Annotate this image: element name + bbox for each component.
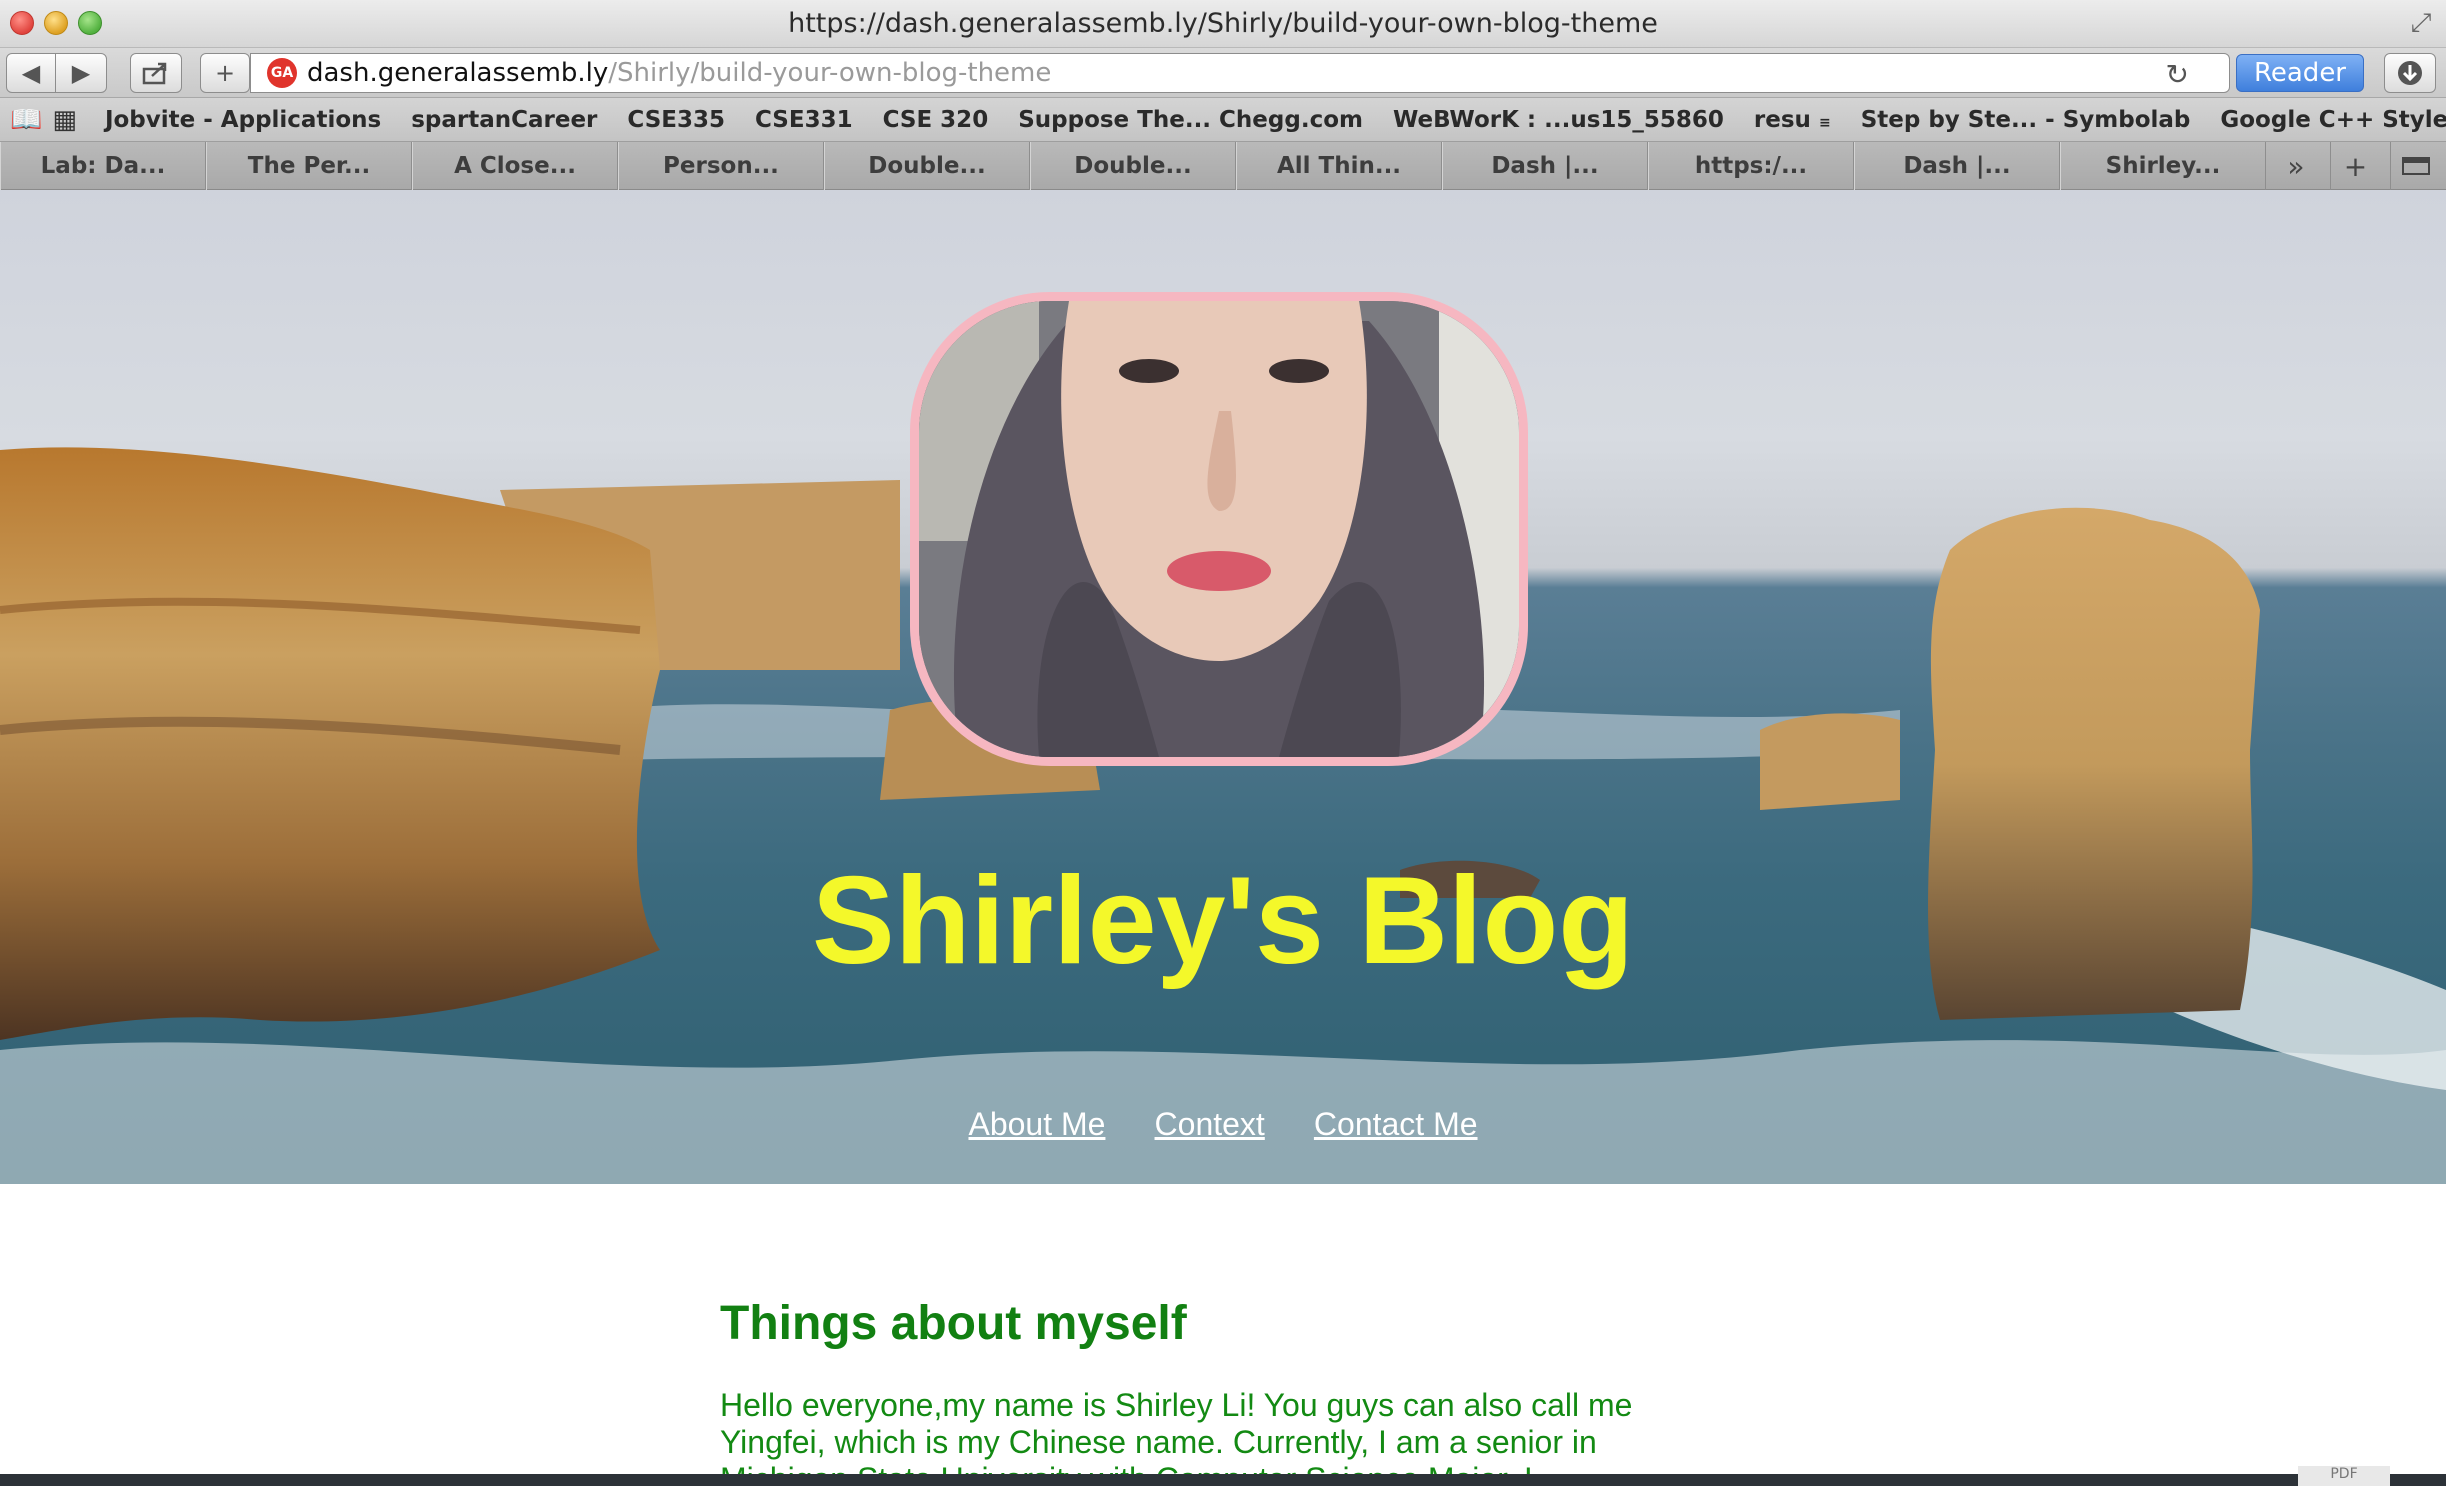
browser-tab[interactable]: Lab: Da... — [0, 142, 206, 190]
fullscreen-icon[interactable]: ⤢ — [2406, 8, 2436, 38]
back-button[interactable]: ◀ — [6, 53, 56, 93]
share-button[interactable] — [130, 53, 182, 93]
bookmark-item[interactable]: CSE 320 — [883, 107, 989, 133]
window-titlebar: https://dash.generalassemb.ly/Shirly/bui… — [0, 0, 2446, 48]
forward-arrow-icon: ▶ — [71, 59, 91, 87]
grid-icon[interactable]: ▦ — [52, 105, 77, 135]
main-nav: About Me Context Contact Me — [0, 1106, 2446, 1143]
bookmark-item[interactable]: Step by Ste... - Symbolab — [1861, 107, 2191, 133]
intro-paragraph: Hello everyone,my name is Shirley Li! Yo… — [720, 1387, 1633, 1486]
bookmark-item[interactable]: Google C++ Style Guide — [2220, 107, 2446, 133]
pdf-thumbnail[interactable]: PDF — [2298, 1466, 2390, 1486]
url-domain: dash.generalassemb.ly — [307, 58, 609, 88]
nav-link-context[interactable]: Context — [1155, 1106, 1265, 1142]
plus-icon: + — [214, 59, 236, 87]
dock-strip — [0, 1474, 2446, 1486]
address-bar[interactable]: GA dash.generalassemb.ly /Shirly/build-y… — [250, 53, 2230, 93]
main-content: Things about myself Hello everyone,my na… — [720, 1296, 1660, 1486]
bookmark-item[interactable]: CSE331 — [755, 107, 853, 133]
download-icon — [2398, 61, 2422, 85]
reload-icon[interactable]: ↻ — [2166, 58, 2189, 91]
bookmark-folder-label: resu — [1753, 106, 1811, 133]
bookmark-item[interactable]: Jobvite - Applications — [105, 107, 381, 133]
bookmark-folder[interactable]: resu ≡ — [1754, 107, 1831, 133]
new-tab-button[interactable]: + — [2330, 142, 2380, 190]
browser-tab[interactable]: A Close... — [412, 142, 618, 190]
tab-overflow-icon[interactable]: » — [2276, 142, 2316, 190]
add-bookmark-button[interactable]: + — [200, 53, 250, 93]
tab-view-button[interactable] — [2390, 142, 2440, 190]
bookmark-item[interactable]: WeBWorK : ...us15_55860 — [1393, 107, 1724, 133]
browser-tab[interactable]: Shirley... — [2060, 142, 2266, 190]
book-icon[interactable]: 📖 — [10, 105, 42, 135]
bookmark-item[interactable]: spartanCareer — [411, 107, 597, 133]
hero-banner: Shirley's Blog About Me Context Contact … — [0, 190, 2446, 1184]
bookmarks-bar: 📖 ▦ Jobvite - Applications spartanCareer… — [0, 98, 2446, 142]
share-icon — [142, 62, 167, 85]
folder-menu-icon: ≡ — [1818, 114, 1831, 131]
tab-bar: Lab: Da... The Per... A Close... Person.… — [0, 142, 2446, 190]
bookmark-item[interactable]: CSE335 — [627, 107, 725, 133]
blog-title: Shirley's Blog — [812, 852, 1634, 990]
downloads-button[interactable] — [2384, 53, 2436, 93]
bookmark-item[interactable]: Suppose The... Chegg.com — [1018, 107, 1363, 133]
url-path: /Shirly/build-your-own-blog-theme — [608, 58, 1052, 88]
browser-tab[interactable]: https:/... — [1648, 142, 1854, 190]
browser-tab[interactable]: The Per... — [206, 142, 412, 190]
browser-tab[interactable]: Double... — [824, 142, 1030, 190]
back-arrow-icon: ◀ — [21, 59, 41, 87]
portrait-illustration — [919, 301, 1519, 757]
browser-tab[interactable]: Dash |... — [1854, 142, 2060, 190]
browser-tab[interactable]: Double... — [1030, 142, 1236, 190]
tab-view-icon — [2401, 157, 2430, 175]
browser-tab[interactable]: Person... — [618, 142, 824, 190]
site-favicon: GA — [267, 58, 297, 88]
section-heading: Things about myself — [720, 1297, 1187, 1350]
nav-link-about-me[interactable]: About Me — [968, 1106, 1105, 1142]
browser-tab[interactable]: All Thin... — [1236, 142, 1442, 190]
reader-button[interactable]: Reader — [2236, 54, 2364, 92]
forward-button[interactable]: ▶ — [55, 53, 107, 93]
nav-link-contact-me[interactable]: Contact Me — [1314, 1106, 1478, 1142]
browser-toolbar: ◀ ▶ + GA dash.generalassemb.ly /Shirly/b… — [0, 48, 2446, 98]
browser-tab[interactable]: Dash |... — [1442, 142, 1648, 190]
window-title: https://dash.generalassemb.ly/Shirly/bui… — [788, 8, 1658, 39]
profile-photo — [910, 292, 1528, 766]
